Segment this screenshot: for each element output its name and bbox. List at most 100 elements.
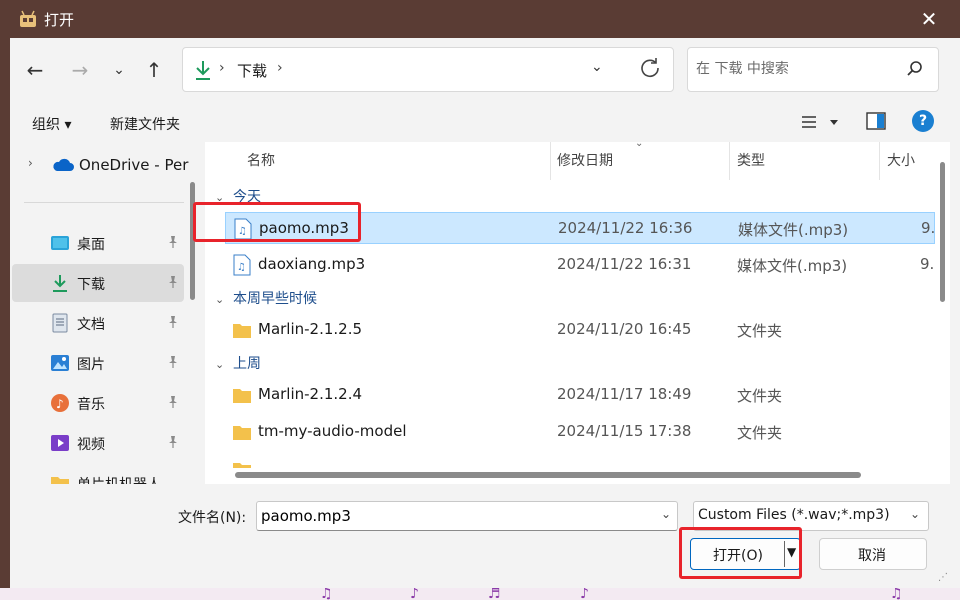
file-row[interactable]: ♫ paomo.mp3 2024/11/22 16:36 媒体文件(.mp3) … [225,212,935,244]
background-app-strip: ♫ ♪ ♬ ♪ ♫ [0,586,960,600]
folder-icon [233,426,251,440]
sort-chevron-icon: ⌄ [635,142,644,149]
file-size: 9. [921,219,936,237]
group-header-today[interactable]: ⌄ 今天 [215,186,261,206]
breadcrumb-separator-icon[interactable]: › [277,60,283,76]
file-row[interactable]: Marlin-2.1.2.5 2024/11/20 16:45 文件夹 [225,314,935,346]
breadcrumb-separator-icon[interactable]: › [219,60,225,76]
nav-item-videos[interactable]: 视频 [12,424,184,462]
group-header-last-week[interactable]: ⌄ 上周 [215,353,261,373]
column-header-modified[interactable]: 修改日期 [557,150,613,170]
column-header-name[interactable]: 名称 [247,150,275,170]
column-divider[interactable] [550,142,551,180]
nav-item-onedrive[interactable]: › OneDrive - Per [12,146,188,184]
address-bar[interactable]: › 下载 › ⌄ [182,47,674,92]
chevron-down-icon[interactable]: ⌄ [661,507,671,521]
breadcrumb-downloads[interactable]: 下载 [237,60,267,81]
file-row[interactable]: tm-my-audio-model 2024/11/15 17:38 文件夹 [225,416,935,448]
file-date: 2024/11/15 17:38 [557,422,692,440]
file-name: Marlin-2.1.2.4 [258,385,363,403]
filename-input[interactable] [261,506,651,526]
file-type: 媒体文件(.mp3) [738,221,849,239]
address-dropdown-icon[interactable]: ⌄ [591,59,603,75]
file-list-horizontal-scrollbar[interactable] [235,472,861,478]
help-icon[interactable]: ? [912,110,934,132]
file-list-vertical-scrollbar[interactable] [940,162,945,302]
open-button[interactable]: 打开(O) ▼ [690,538,801,570]
nav-item-downloads[interactable]: 下载 [12,264,184,302]
collapse-chevron-icon[interactable]: ⌄ [215,293,233,306]
videos-icon [51,435,69,451]
preview-pane-icon[interactable] [866,112,886,130]
pictures-icon [51,355,69,371]
file-type-filter-value: Custom Files (*.wav;*.mp3) [698,507,890,523]
column-header-type[interactable]: 类型 [737,150,765,170]
recent-locations-chevron-icon[interactable]: ⌄ [104,56,134,84]
refresh-icon[interactable] [637,55,663,81]
folder-icon [233,324,251,338]
column-divider[interactable] [879,142,880,180]
up-arrow-icon[interactable]: ↑ [139,56,169,84]
file-type-filter-select[interactable]: Custom Files (*.wav;*.mp3) ⌄ [693,501,929,531]
nav-item-documents[interactable]: 文档 [12,304,184,342]
file-type: 媒体文件(.mp3) [737,257,848,275]
music-note-icon: ♬ [488,586,501,600]
open-button-label: 打开(O) [713,548,763,564]
nav-item-robot-folder[interactable]: 单片机机器人 [12,464,184,484]
nav-divider [24,202,184,203]
forward-arrow-icon[interactable]: → [65,56,95,84]
back-arrow-icon[interactable]: ← [20,56,50,84]
app-icon [20,10,36,27]
expand-chevron-icon[interactable]: › [28,156,33,170]
column-headers: 名称 ⌄ 修改日期 类型 大小 [205,142,935,180]
folder-icon [51,477,69,484]
nav-item-music[interactable]: ♪ 音乐 [12,384,184,422]
open-file-dialog: ← → ⌄ ↑ › 下载 › ⌄ 组织 ▾ 新建文件夹 [10,38,960,588]
music-note-icon: ♫ [890,586,903,600]
cancel-button-label: 取消 [858,548,886,564]
file-date: 2024/11/22 16:36 [558,219,693,237]
resize-grip-icon[interactable]: ⋰ [938,572,948,583]
filename-label: 文件名(N): [178,510,247,526]
collapse-chevron-icon[interactable]: ⌄ [215,358,233,371]
view-options-icon[interactable] [800,112,840,134]
window-title: 打开 [44,11,75,29]
nav-item-label: 单片机机器人 [77,474,161,484]
search-box[interactable] [687,47,939,92]
nav-item-label: 音乐 [77,397,105,413]
file-row[interactable]: Marlin-2.1.2.4 2024/11/17 18:49 文件夹 [225,379,935,411]
group-header-earlier-this-week[interactable]: ⌄ 本周早些时候 [215,288,317,308]
organize-menu-button[interactable]: 组织 ▾ [32,114,71,134]
group-label: 上周 [233,356,261,372]
file-type: 文件夹 [737,322,783,340]
group-label: 今天 [233,189,261,205]
pin-icon [169,396,177,408]
group-label: 本周早些时候 [233,291,317,307]
file-row[interactable]: ♫ daoxiang.mp3 2024/11/22 16:31 媒体文件(.mp… [225,249,935,281]
close-icon[interactable]: ✕ [916,6,942,32]
filename-combobox[interactable]: ⌄ [256,501,678,531]
open-options-dropdown-icon[interactable]: ▼ [787,545,796,559]
nav-item-desktop[interactable]: 桌面 [12,224,184,262]
nav-item-pictures[interactable]: 图片 [12,344,184,382]
pin-icon [169,356,177,368]
file-date: 2024/11/17 18:49 [557,385,692,403]
file-type: 文件夹 [737,387,783,405]
file-size: 9. [920,255,935,273]
column-header-size[interactable]: 大小 [887,150,915,170]
command-bar: 组织 ▾ 新建文件夹 ? [10,102,960,142]
desktop-icon [51,236,69,250]
audio-file-icon: ♫ [233,254,251,276]
music-note-icon: ♪ [410,586,419,600]
new-folder-button[interactable]: 新建文件夹 [110,114,180,134]
file-list: 名称 ⌄ 修改日期 类型 大小 ⌄ 今天 ♫ paomo.mp3 2024/11/… [205,142,950,484]
nav-scrollbar[interactable] [190,182,195,300]
column-divider[interactable] [729,142,730,180]
cancel-button[interactable]: 取消 [819,538,927,570]
search-input[interactable] [696,58,896,80]
collapse-chevron-icon[interactable]: ⌄ [215,191,233,204]
nav-item-label: 桌面 [77,237,105,253]
folder-icon [233,389,251,403]
pin-icon [169,276,177,288]
split-button-divider [784,541,785,567]
